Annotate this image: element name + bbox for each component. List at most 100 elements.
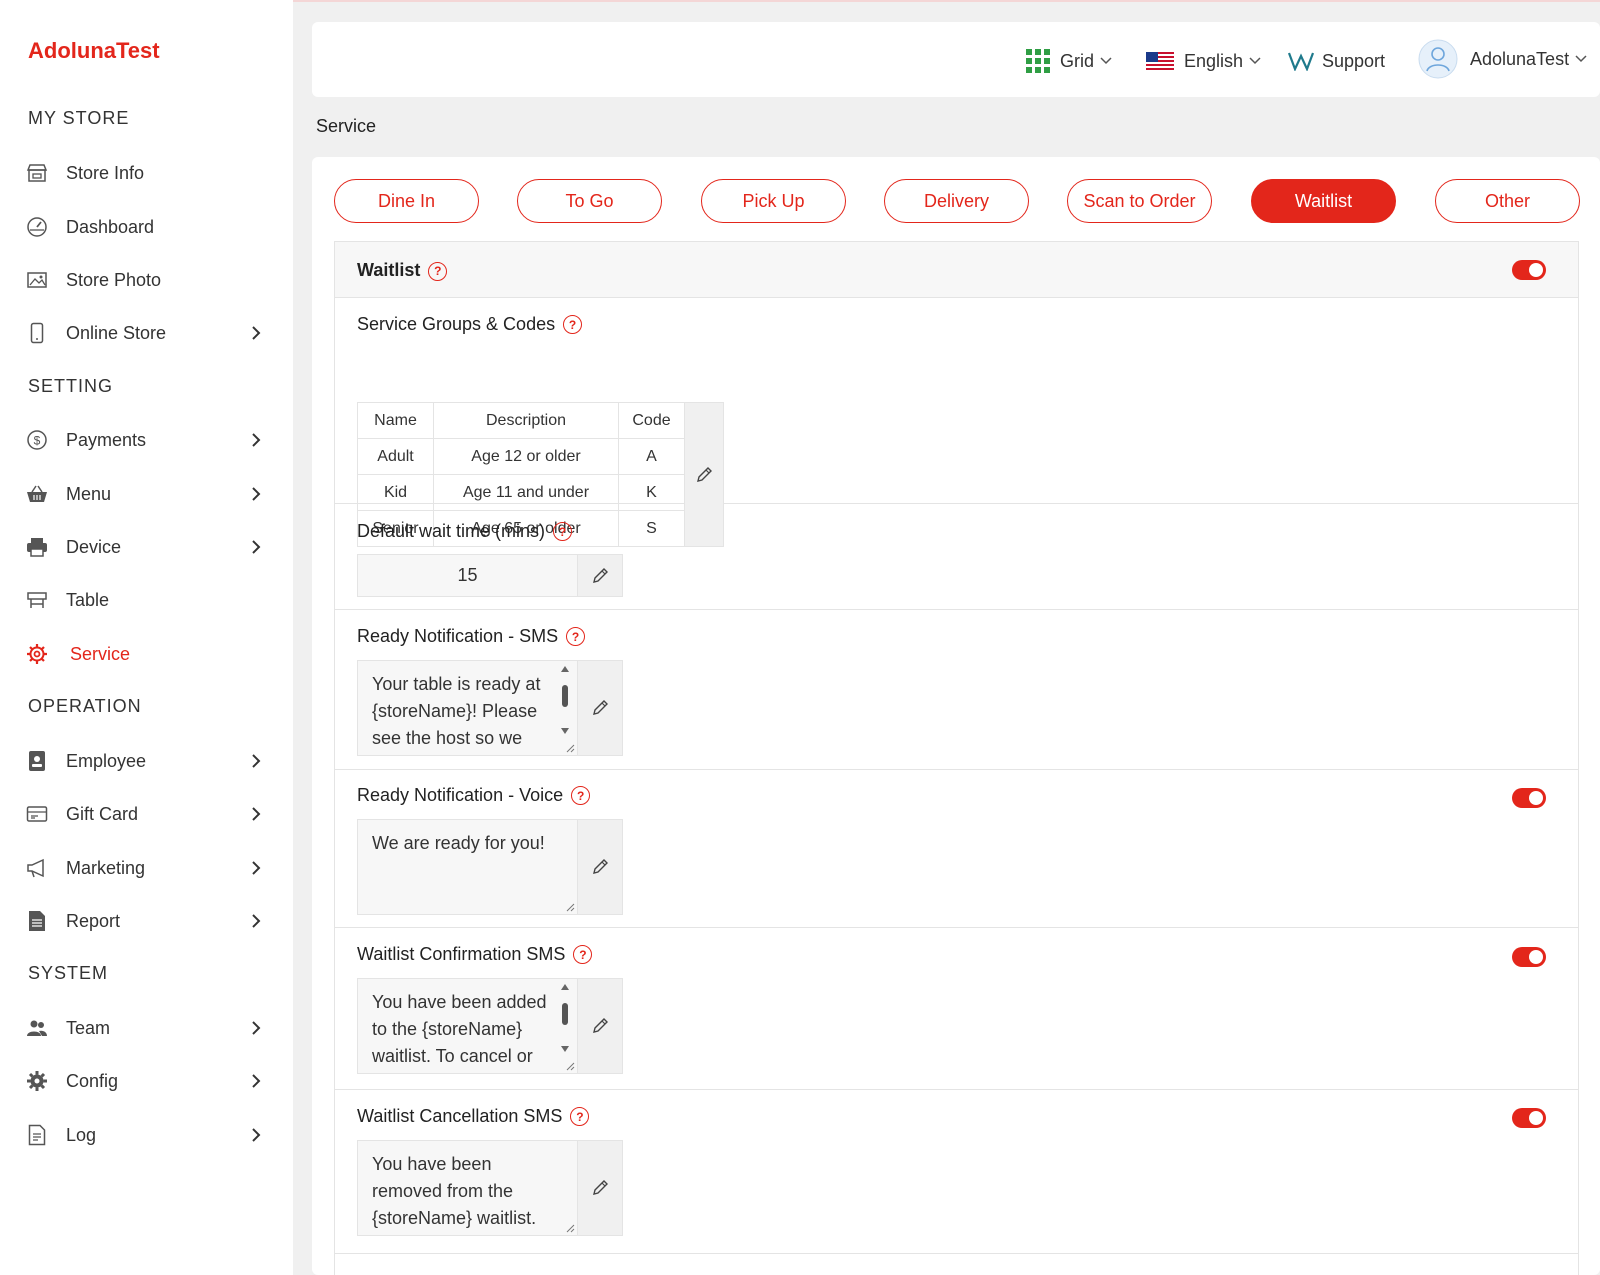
tab-delivery[interactable]: Delivery: [884, 179, 1029, 223]
sidebar-item-device[interactable]: Device: [26, 529, 266, 565]
sidebar-item-marketing[interactable]: Marketing: [26, 850, 266, 886]
tab-pick-up[interactable]: Pick Up: [701, 179, 846, 223]
ready-voice-section: Ready Notification - Voice? We are ready…: [335, 770, 1578, 928]
waitlist-header: Waitlist?: [335, 242, 1578, 298]
ready-sms-textarea[interactable]: Your table is ready at {storeName}! Plea…: [358, 661, 577, 755]
help-icon[interactable]: ?: [570, 1107, 590, 1126]
scrollbar[interactable]: [559, 983, 571, 1053]
page-title: Service: [316, 116, 377, 136]
brand-logo[interactable]: AdolunaTest: [28, 38, 160, 64]
sidebar-item-label: Service: [70, 643, 131, 664]
waitlist-card: Waitlist? Service Groups & Codes? Name D…: [334, 241, 1579, 1275]
grid-switcher[interactable]: Grid: [1026, 46, 1112, 76]
sidebar-item-table[interactable]: Table: [26, 582, 266, 618]
help-icon[interactable]: ?: [573, 945, 593, 964]
sidebar-item-store-photo[interactable]: Store Photo: [26, 262, 266, 298]
sidebar-item-label: Config: [66, 1070, 119, 1091]
user-menu[interactable]: AdolunaTest: [1418, 38, 1587, 80]
edit-cancel-sms-button[interactable]: [577, 1141, 622, 1235]
sidebar-item-log[interactable]: Log: [26, 1117, 266, 1153]
tab-scan-to-order[interactable]: Scan to Order: [1067, 179, 1212, 223]
support-link[interactable]: Support: [1288, 46, 1385, 76]
user-label: AdolunaTest: [1470, 48, 1570, 69]
sidebar-item-label: Gift Card: [66, 803, 139, 824]
resize-grip-icon[interactable]: [565, 743, 575, 753]
confirm-sms-section: Waitlist Confirmation SMS? You have been…: [335, 928, 1578, 1090]
sidebar-item-payments[interactable]: $ Payments: [26, 422, 266, 458]
sidebar-item-report[interactable]: Report: [26, 903, 266, 939]
sidebar-item-dashboard[interactable]: Dashboard: [26, 209, 266, 245]
chevron-right-icon: [252, 807, 261, 821]
avatar-icon: [1418, 39, 1458, 79]
photo-icon: [26, 269, 48, 291]
chevron-right-icon: [252, 914, 261, 928]
ready-voice-textarea[interactable]: We are ready for you!: [358, 820, 577, 914]
table-icon: [26, 589, 48, 611]
cell-code: A: [618, 438, 685, 475]
section-setting: SETTING: [28, 376, 114, 396]
mobile-icon: [26, 322, 48, 344]
ready-voice-field: We are ready for you!: [357, 819, 623, 915]
cancel-sms-section: Waitlist Cancellation SMS? You have been…: [335, 1090, 1578, 1254]
scrollbar[interactable]: [559, 665, 571, 735]
tab-other[interactable]: Other: [1435, 179, 1580, 223]
ready-voice-title: Ready Notification - Voice?: [357, 785, 591, 806]
cell-description: Age 12 or older: [433, 438, 619, 475]
help-icon[interactable]: ?: [566, 627, 586, 646]
section-my-store: MY STORE: [28, 108, 130, 128]
cancel-sms-textarea[interactable]: You have been removed from the {storeNam…: [358, 1141, 577, 1235]
service-groups-title: Service Groups & Codes?: [357, 314, 583, 335]
service-panel: Dine In To Go Pick Up Delivery Scan to O…: [312, 157, 1600, 1275]
tab-waitlist[interactable]: Waitlist: [1251, 179, 1396, 223]
sidebar-item-label: Employee: [66, 750, 147, 771]
resize-grip-icon[interactable]: [565, 1061, 575, 1071]
sidebar-item-config[interactable]: Config: [26, 1063, 266, 1099]
tab-dine-in[interactable]: Dine In: [334, 179, 479, 223]
confirm-sms-toggle[interactable]: [1512, 947, 1546, 967]
sidebar-item-store-info[interactable]: Store Info: [26, 155, 266, 191]
help-icon[interactable]: ?: [563, 315, 583, 334]
help-icon[interactable]: ?: [571, 786, 591, 805]
waitlist-toggle[interactable]: [1512, 260, 1546, 280]
ready-voice-toggle[interactable]: [1512, 788, 1546, 808]
chevron-right-icon: [252, 326, 261, 340]
confirm-sms-text: You have been added to the {storeName} w…: [372, 992, 547, 1066]
help-icon[interactable]: ?: [428, 261, 448, 281]
resize-grip-icon[interactable]: [565, 1223, 575, 1233]
sidebar-item-label: Team: [66, 1017, 111, 1038]
sidebar-item-label: Marketing: [66, 857, 146, 878]
wait-time-section: Default wait time (mins)? 15: [335, 504, 1578, 610]
edit-ready-sms-button[interactable]: [577, 661, 622, 755]
pencil-icon: [593, 859, 608, 874]
edit-confirm-sms-button[interactable]: [577, 979, 622, 1073]
sidebar-item-label: Store Info: [66, 162, 145, 183]
tab-to-go[interactable]: To Go: [517, 179, 662, 223]
sidebar-item-online-store[interactable]: Online Store: [26, 315, 266, 351]
cancel-sms-toggle[interactable]: [1512, 1108, 1546, 1128]
language-switcher[interactable]: English: [1146, 46, 1261, 76]
us-flag-icon: [1146, 52, 1174, 70]
sidebar-item-label: Table: [66, 589, 110, 610]
sidebar-item-team[interactable]: Team: [26, 1010, 266, 1046]
sidebar-item-employee[interactable]: Employee: [26, 743, 266, 779]
sidebar-item-gift-card[interactable]: Gift Card: [26, 796, 266, 832]
printer-icon: [26, 536, 48, 558]
dashboard-icon: [26, 216, 48, 238]
top-bar: Grid English Support AdolunaTest: [312, 22, 1600, 97]
edit-wait-time-button[interactable]: [577, 555, 622, 596]
chevron-right-icon: [252, 1074, 261, 1088]
sidebar-item-label: Report: [66, 910, 121, 931]
resize-grip-icon[interactable]: [565, 902, 575, 912]
dollar-icon: $: [26, 429, 48, 451]
edit-ready-voice-button[interactable]: [577, 820, 622, 914]
pencil-icon: [697, 466, 712, 482]
help-icon[interactable]: ?: [553, 522, 573, 541]
confirm-sms-textarea[interactable]: You have been added to the {storeName} w…: [358, 979, 577, 1073]
wait-time-input[interactable]: 15: [358, 555, 577, 596]
sidebar-item-menu[interactable]: Menu: [26, 476, 266, 512]
team-icon: [26, 1017, 48, 1039]
sidebar-item-service[interactable]: Service: [26, 636, 266, 672]
chevron-right-icon: [252, 861, 261, 875]
chevron-right-icon: [252, 540, 261, 554]
chevron-down-icon: [1100, 57, 1112, 65]
